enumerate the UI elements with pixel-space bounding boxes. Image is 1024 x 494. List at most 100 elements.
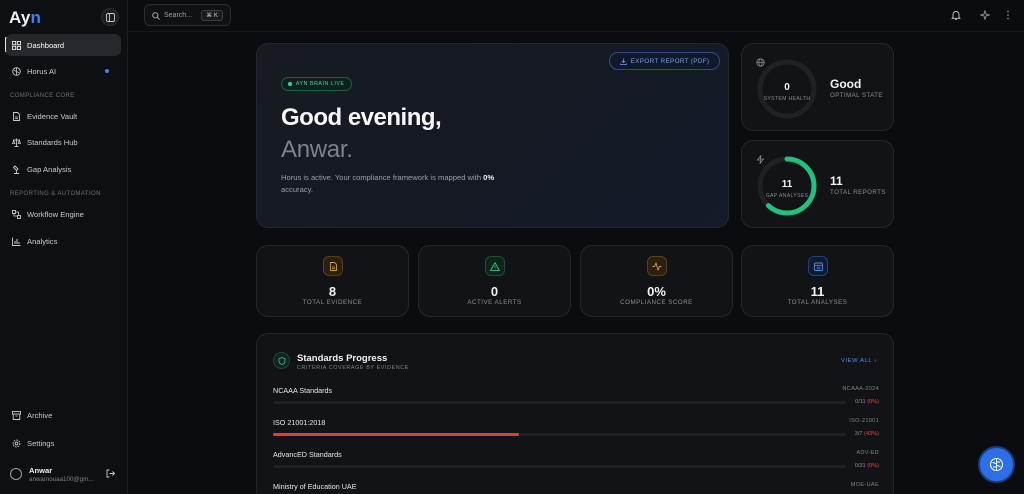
file-icon xyxy=(323,256,343,276)
gap-value: 11 xyxy=(781,179,793,190)
search-placeholder: Search... xyxy=(164,12,193,19)
section-heading-reporting: REPORTING & AUTOMATION xyxy=(10,191,101,197)
stat-value: 0% xyxy=(647,284,666,299)
standard-code: ADV-ED xyxy=(856,450,879,456)
sidebar-item-analytics[interactable]: Analytics xyxy=(6,230,121,252)
stat-card-total-evidence[interactable]: 8 TOTAL EVIDENCE xyxy=(256,245,409,317)
sidebar-item-gap-analysis[interactable]: Gap Analysis xyxy=(6,158,121,180)
health-label: SYSTEM HEALTH xyxy=(763,96,811,102)
greeting-heading: Good evening, xyxy=(281,104,442,131)
progress-track xyxy=(273,401,846,404)
standard-code: MOE-UAE xyxy=(850,482,879,488)
sidebar-item-label: Archive xyxy=(27,410,53,420)
progress-track xyxy=(273,433,846,436)
user-email: anwarnouaa100@gm... xyxy=(29,476,94,483)
total-reports-label: TOTAL REPORTS xyxy=(830,189,886,196)
sidebar-item-archive[interactable]: Archive xyxy=(6,404,121,426)
standard-code: ISO-21001 xyxy=(849,418,879,424)
health-state: Good xyxy=(830,77,862,91)
standard-name: Ministry of Education UAE xyxy=(273,482,357,491)
standard-name: NCAAA Standards xyxy=(273,386,333,395)
stat-card-active-alerts[interactable]: 0 ACTIVE ALERTS xyxy=(418,245,571,317)
calendar-icon xyxy=(808,256,828,276)
stat-value: 8 xyxy=(328,284,337,299)
document-icon xyxy=(13,111,20,121)
app-logo[interactable]: Ayn xyxy=(9,8,41,28)
top-bar: Search... ⌘ K xyxy=(128,0,1024,32)
sidebar-item-label: Gap Analysis xyxy=(27,164,72,174)
live-dot xyxy=(288,82,292,86)
standard-row[interactable]: Ministry of Education UAE MOE-UAE xyxy=(273,482,879,494)
stat-value: 11 xyxy=(810,284,825,299)
export-report-button[interactable]: EXPORT REPORT (PDF) xyxy=(609,52,720,70)
more-vertical-icon[interactable] xyxy=(1006,10,1010,20)
user-profile[interactable]: Anwar anwarnouaa100@gm... xyxy=(10,465,122,487)
standards-progress-card: Standards Progress CRITERIA COVERAGE BY … xyxy=(256,333,894,494)
standard-count: 3/7 (43%) xyxy=(854,431,879,437)
sidebar-item-dashboard[interactable]: Dashboard xyxy=(6,34,121,56)
collapse-sidebar-button[interactable] xyxy=(101,8,119,26)
stat-card-compliance-score[interactable]: 0% COMPLIANCE SCORE xyxy=(580,245,733,317)
standard-row[interactable]: ISO 21001:2018 ISO-21001 3/7 (43%) xyxy=(273,418,879,448)
scale-icon xyxy=(12,138,21,147)
shortcut-badge: ⌘ K xyxy=(201,10,223,21)
status-badge: AYN BRAIN LIVE xyxy=(281,77,352,91)
sidebar-item-horus-ai[interactable]: Horus AI xyxy=(6,60,121,82)
standard-row[interactable]: NCAAA Standards NCAAA-2024 0/11 (0%) xyxy=(273,386,879,416)
progress-track xyxy=(273,465,846,468)
stat-label: ACTIVE ALERTS xyxy=(467,299,522,306)
search-icon xyxy=(152,12,160,20)
logout-icon[interactable] xyxy=(106,469,115,478)
standard-count: 0/31 (0%) xyxy=(854,463,879,469)
health-state-sub: OPTIMAL STATE xyxy=(830,92,883,99)
gap-analyses-card: 11 GAP ANALYSES 11 TOTAL REPORTS xyxy=(741,140,894,228)
sidebar-item-label: Dashboard xyxy=(27,40,65,50)
stat-card-total-analyses[interactable]: 11 TOTAL ANALYSES xyxy=(741,245,894,317)
standard-name: AdvancED Standards xyxy=(273,450,342,459)
dashboard-icon xyxy=(12,40,21,50)
progress-fill xyxy=(273,433,520,436)
lightning-icon xyxy=(756,155,765,164)
sidebar-item-settings[interactable]: Settings xyxy=(6,432,121,454)
sidebar-item-standards-hub[interactable]: Standards Hub xyxy=(6,131,121,153)
user-name: Anwar xyxy=(29,466,53,475)
download-icon xyxy=(619,58,627,65)
stat-value: 0 xyxy=(490,284,499,299)
standard-count: 0/11 (0%) xyxy=(855,399,879,405)
sparkle-icon[interactable] xyxy=(980,10,990,20)
sidebar-item-evidence-vault[interactable]: Evidence Vault xyxy=(6,105,121,127)
magnify-icon xyxy=(12,164,19,174)
sidebar-item-label: Workflow Engine xyxy=(27,209,84,219)
sidebar-item-label: Evidence Vault xyxy=(27,111,78,121)
export-report-label: EXPORT REPORT (PDF) xyxy=(630,57,710,65)
stat-label: COMPLIANCE SCORE xyxy=(620,299,693,306)
health-ring: 0 SYSTEM HEALTH xyxy=(756,58,818,120)
greeting-name: Anwar. xyxy=(281,136,353,163)
section-subtitle: CRITERIA COVERAGE BY EVIDENCE xyxy=(297,365,409,371)
stat-label: TOTAL EVIDENCE xyxy=(302,299,363,306)
alert-triangle-icon xyxy=(485,256,505,276)
standard-row[interactable]: AdvancED Standards ADV-ED 0/31 (0%) xyxy=(273,450,879,480)
sidebar-item-label: Standards Hub xyxy=(27,137,78,147)
system-health-card: 0 SYSTEM HEALTH Good OPTIMAL STATE xyxy=(741,43,894,131)
bar-chart-icon xyxy=(12,237,21,246)
health-value: 0 xyxy=(784,82,790,93)
brain-icon xyxy=(989,457,1004,472)
horus-ai-chat-button[interactable] xyxy=(980,448,1013,481)
welcome-hero-card: EXPORT REPORT (PDF) AYN BRAIN LIVE Good … xyxy=(256,43,729,228)
notification-dot xyxy=(105,69,109,73)
sidebar-toggle-icon xyxy=(106,13,115,22)
view-all-link[interactable]: VIEW ALL › xyxy=(841,358,877,364)
hero-description: Horus is active. Your compliance framewo… xyxy=(281,173,495,194)
stat-label: TOTAL ANALYSES xyxy=(787,299,848,306)
sidebar: Ayn Dashboard Horus AI COMPLIANCE CORE E… xyxy=(0,0,128,494)
section-heading-compliance: COMPLIANCE CORE xyxy=(10,93,75,99)
archive-icon xyxy=(12,410,21,420)
search-input[interactable]: Search... ⌘ K xyxy=(144,4,231,26)
bell-icon[interactable] xyxy=(951,10,961,20)
shield-icon xyxy=(273,352,290,369)
sidebar-item-workflow-engine[interactable]: Workflow Engine xyxy=(6,203,121,225)
sidebar-item-label: Settings xyxy=(27,438,55,448)
avatar xyxy=(10,468,22,480)
gap-ring: 11 GAP ANALYSES xyxy=(756,155,818,217)
